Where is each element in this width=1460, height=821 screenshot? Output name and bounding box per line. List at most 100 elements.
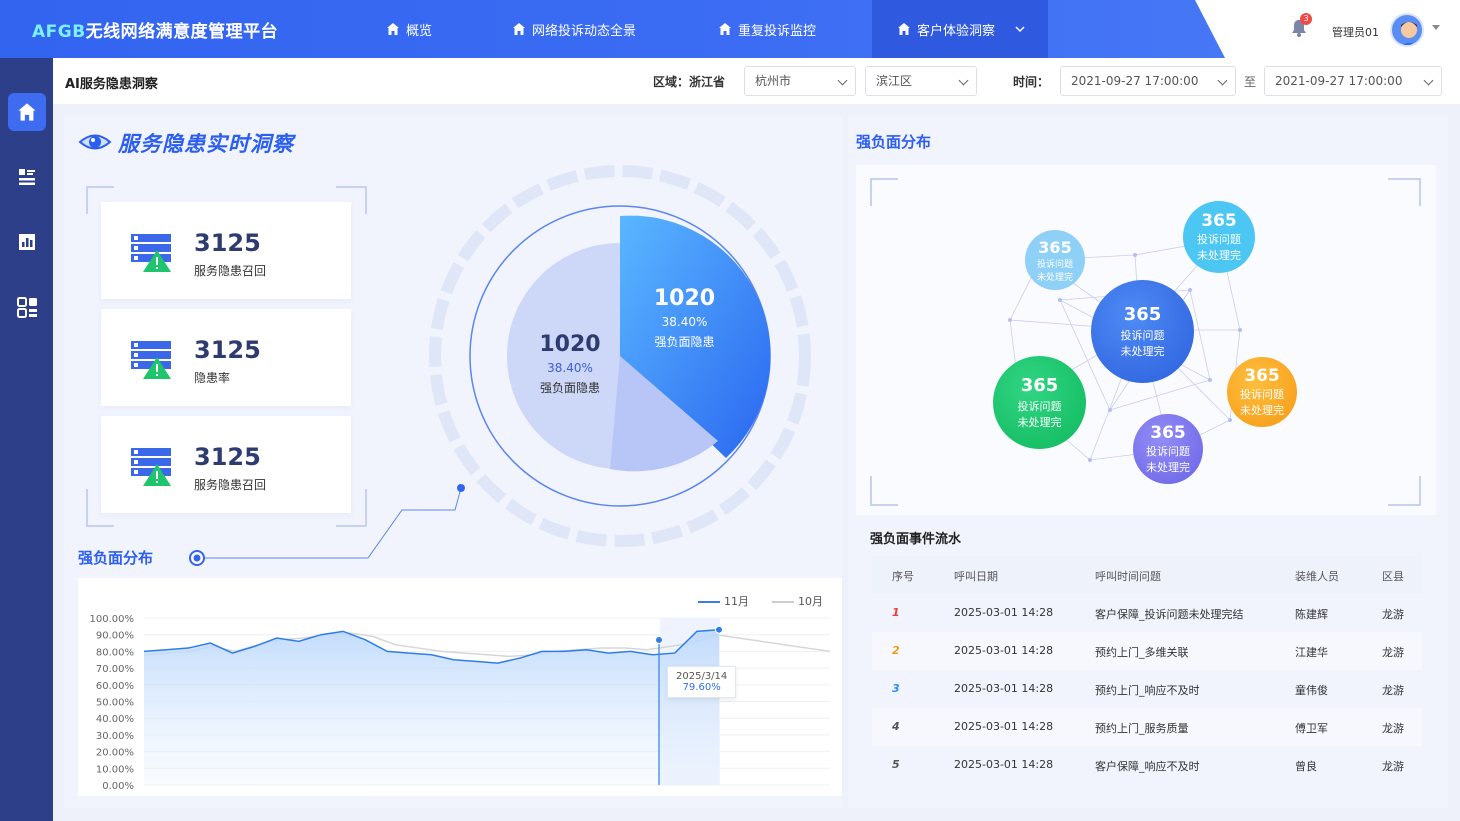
pie-small-label: 强负面隐患 [539,381,600,395]
stat-value: 3125 [194,336,261,364]
y-tick-label: 30.00% [96,731,134,742]
row-area: 龙游 [1382,608,1404,621]
row-date: 2025-03-01 14:28 [954,758,1054,771]
col-header-issue: 呼叫时间问题 [1095,570,1161,583]
nav-customer-experience[interactable]: 客户体验洞察 [872,0,1048,58]
row-issue: 预约上门_服务质量 [1095,722,1189,735]
bubble-value: 365 [1150,423,1186,443]
y-tick-label: 50.00% [96,698,134,709]
pie-label-small: 1020 38.40% 强负面隐患 [510,332,630,396]
tooltip-date: 2025/3/14 [676,671,728,682]
col-header-area: 区县 [1382,570,1404,583]
eye-icon [78,134,112,150]
data-point[interactable] [715,625,723,634]
bubble-green[interactable]: 365 投诉问题 未处理完 [993,356,1086,449]
pie-big-label: 强负面隐患 [654,335,715,349]
data-point[interactable] [655,636,663,644]
legend-label: 10月 [798,595,823,608]
stat-value: 3125 [194,443,261,471]
sidebar-item-report[interactable] [8,223,46,261]
row-staff: 陈建辉 [1295,608,1328,621]
pie-big-percent: 38.40% [661,315,708,329]
filter-bar: AI服务隐患洞察 区域：浙江省 杭州市 滨江区 时间： 2021-09-27 1… [53,58,1460,104]
distribution-title: 强负面分布 [856,133,932,151]
bubble-line1: 投诉问题 [1017,400,1062,413]
page-title: AI服务隐患洞察 [65,77,158,92]
avatar[interactable] [1390,13,1424,47]
y-tick-label: 40.00% [96,714,134,725]
start-time-select[interactable]: 2021-09-27 17:00:00 [1060,66,1236,96]
bubble-orange[interactable]: 365 投诉问题 未处理完 [1227,357,1297,427]
table-row[interactable]: 2 2025-03-01 14:28 预约上门_多维关联 江建华 龙游 [872,632,1422,670]
row-area: 龙游 [1382,646,1404,659]
server-warning-icon [131,341,171,379]
bubble-light-blue[interactable]: 365 投诉问题 未处理完 [1025,230,1085,290]
user-name[interactable]: 管理员01 [1332,24,1379,40]
table-row[interactable]: 5 2025-03-01 14:28 客户保障_响应不及时 曾良 龙游 [872,746,1422,784]
event-table: 序号 呼叫日期 呼叫时间问题 装维人员 区县 1 2025-03-01 14:2… [872,556,1422,784]
top-bar: AFGB无线网络满意度管理平台 概览 网络投诉动态全景 重复投诉监控 客户体验洞… [0,0,1460,58]
time-label: 时间： [1013,75,1050,89]
report-icon [19,234,35,250]
end-time-select[interactable]: 2021-09-27 17:00:00 [1264,66,1442,96]
bubble-blue[interactable]: 365 投诉问题 未处理完 [1091,280,1194,383]
trend-chart-box: 100.00% 90.00% 80.00% 70.00% 60.00% 50.00% 40.… [78,578,842,796]
row-issue: 预约上门_响应不及时 [1095,684,1200,697]
bubble-purple[interactable]: 365 投诉问题 未处理完 [1133,414,1203,484]
notification-badge: 3 [1300,13,1312,25]
city-select[interactable]: 杭州市 [744,66,856,96]
row-no: 4 [892,720,900,733]
chevron-down-icon [958,75,969,86]
sidebar [0,58,53,821]
nav-label: 重复投诉监控 [738,23,817,39]
chevron-down-icon [1423,75,1434,86]
sidebar-item-apps[interactable] [8,288,46,326]
row-area: 龙游 [1382,722,1404,735]
stat-label: 隐患率 [194,371,231,385]
table-header: 序号 呼叫日期 呼叫时间问题 装维人员 区县 [872,556,1422,594]
series-area-nov [144,629,719,785]
nav-repeat-complaints[interactable]: 重复投诉监控 [718,0,816,58]
home-icon [513,23,525,35]
server-warning-icon [131,234,171,272]
home-icon [18,103,36,121]
stat-label: 服务隐患召回 [194,264,267,278]
province-value: 浙江省 [689,75,726,89]
district-select[interactable]: 滨江区 [865,66,977,96]
y-tick-label: 10.00% [96,764,134,775]
home-icon [387,23,399,35]
table-row[interactable]: 3 2025-03-01 14:28 预约上门_响应不及时 童伟俊 龙游 [872,670,1422,708]
pie-big-value: 1020 [653,286,716,311]
sidebar-item-list[interactable] [8,158,46,196]
nav-network-complaints[interactable]: 网络投诉动态全景 [512,0,636,58]
table-row[interactable]: 4 2025-03-01 14:28 预约上门_服务质量 傅卫军 龙游 [872,708,1422,746]
bubble-line1: 投诉问题 [1120,329,1165,342]
row-no: 2 [892,644,900,657]
y-tick-label: 90.00% [96,631,134,642]
bubble-line1: 投诉问题 [1146,445,1190,458]
col-header-staff: 装维人员 [1295,570,1339,583]
event-table-title: 强负面事件流水 [870,532,962,547]
sidebar-item-home[interactable] [8,93,46,131]
row-issue: 客户保障_响应不及时 [1095,760,1200,773]
stat-card[interactable]: 3125 服务隐患召回 [101,202,351,299]
bubble-cyan[interactable]: 365 投诉问题 未处理完 [1183,201,1255,273]
region-label: 区域：浙江省 [653,73,725,90]
pie-label-big: 1020 38.40% 强负面隐患 [622,286,747,350]
row-staff: 傅卫军 [1295,722,1328,735]
apps-icon [17,297,37,318]
app-logo[interactable]: AFGB无线网络满意度管理平台 [32,17,278,42]
to-label: 至 [1244,75,1257,89]
list-icon [19,169,35,185]
y-tick-label: 0.00% [102,781,134,792]
bubble-line2: 未处理完 [1146,461,1190,474]
bubble-line2: 未处理完 [1197,249,1241,262]
nav-overview[interactable]: 概览 [386,0,432,58]
brand-cn: 无线网络满意度管理平台 [85,22,279,42]
district-value: 滨江区 [876,74,913,88]
start-time-value: 2021-09-27 17:00:00 [1071,74,1199,88]
user-menu-caret[interactable] [1432,25,1440,30]
trend-title: 强负面分布 [78,549,154,567]
stat-card[interactable]: 3125 隐患率 [101,309,351,406]
table-row[interactable]: 1 2025-03-01 14:28 客户保障_投诉问题未处理完结 陈建辉 龙游 [872,594,1422,632]
